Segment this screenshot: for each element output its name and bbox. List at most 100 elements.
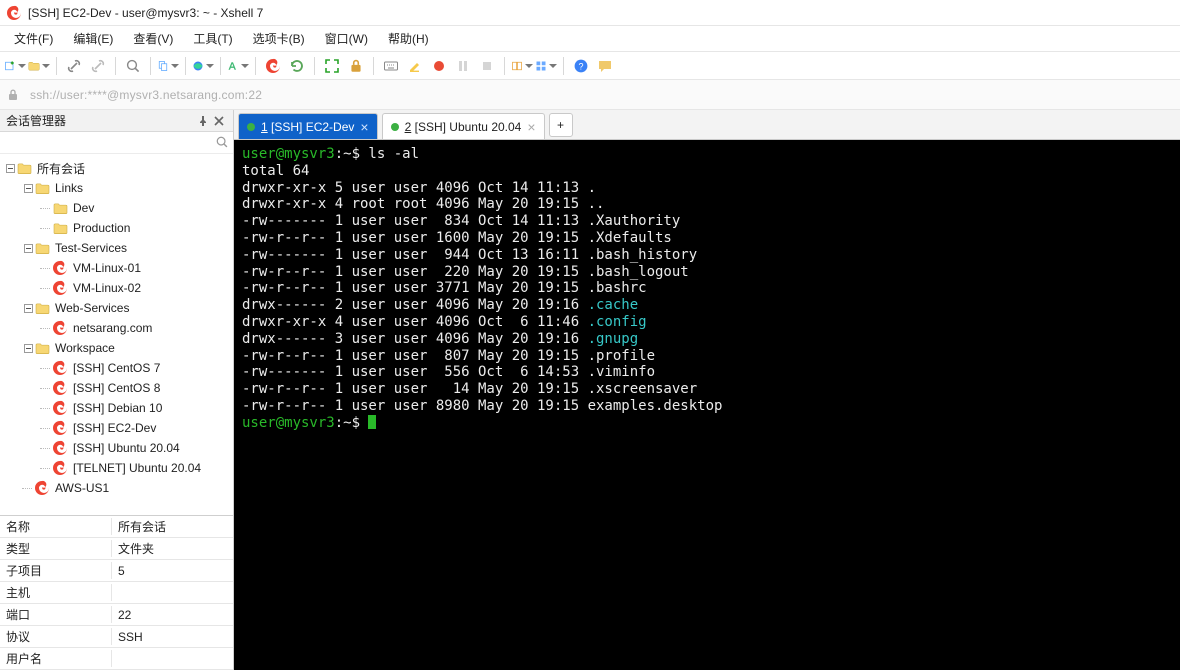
tree-ws-ubuntu-ssh[interactable]: [SSH] Ubuntu 20.04	[0, 438, 233, 458]
menu-tools[interactable]: 工具(T)	[183, 27, 242, 50]
terminal-area: 1 [SSH] EC2-Dev × 2 [SSH] Ubuntu 20.04 ×…	[234, 110, 1180, 670]
tree-vm1[interactable]: VM-Linux-01	[0, 258, 233, 278]
session-icon	[52, 280, 68, 296]
swirl-icon[interactable]	[262, 55, 284, 77]
tree-label: Web-Services	[54, 301, 130, 315]
tree-root[interactable]: 所有会话	[0, 158, 233, 178]
prop-children-value: 5	[112, 564, 233, 578]
panel-title: 会话管理器	[6, 112, 66, 129]
tree-label: Dev	[72, 201, 95, 215]
session-icon	[52, 420, 68, 436]
tree-ws-ubuntu-telnet[interactable]: [TELNET] Ubuntu 20.04	[0, 458, 233, 478]
status-bullet-icon	[391, 123, 399, 131]
broadcast-icon[interactable]	[535, 55, 557, 77]
open-session-button[interactable]	[28, 55, 50, 77]
prop-host-label: 主机	[0, 584, 112, 601]
tab-ubuntu[interactable]: 2 [SSH] Ubuntu 20.04 ×	[382, 113, 545, 139]
tree-links-dev[interactable]: Dev	[0, 198, 233, 218]
tree-test[interactable]: Test-Services	[0, 238, 233, 258]
close-icon[interactable]	[211, 113, 227, 129]
tree-ws-centos7[interactable]: [SSH] CentOS 7	[0, 358, 233, 378]
tree-label: [SSH] Ubuntu 20.04	[72, 441, 181, 455]
tree-label: Links	[54, 181, 84, 195]
menu-bar: 文件(F) 编辑(E) 查看(V) 工具(T) 选项卡(B) 窗口(W) 帮助(…	[0, 26, 1180, 52]
folder-icon	[16, 160, 32, 176]
prop-protocol-value: SSH	[112, 630, 233, 644]
window-title: [SSH] EC2-Dev - user@mysvr3: ~ - Xshell …	[28, 6, 263, 20]
prop-port-label: 端口	[0, 606, 112, 623]
tree-links-prod[interactable]: Production	[0, 218, 233, 238]
highlighter-icon[interactable]	[404, 55, 426, 77]
menu-window[interactable]: 窗口(W)	[315, 27, 378, 50]
lock-icon[interactable]	[345, 55, 367, 77]
session-icon	[52, 260, 68, 276]
folder-icon	[34, 340, 50, 356]
tree-label: Workspace	[54, 341, 116, 355]
svg-text:?: ?	[578, 61, 583, 71]
prop-port-value: 22	[112, 608, 233, 622]
zoom-icon[interactable]	[122, 55, 144, 77]
tree-ws-debian[interactable]: [SSH] Debian 10	[0, 398, 233, 418]
tab-close-icon[interactable]: ×	[527, 120, 535, 134]
folder-icon	[52, 200, 68, 216]
layout-icon[interactable]	[511, 55, 533, 77]
pause-icon[interactable]	[452, 55, 474, 77]
search-input[interactable]	[0, 132, 233, 153]
folder-icon	[34, 300, 50, 316]
prop-user-label: 用户名	[0, 650, 112, 667]
keyboard-icon[interactable]	[380, 55, 402, 77]
menu-view[interactable]: 查看(V)	[123, 27, 183, 50]
tab-close-icon[interactable]: ×	[360, 120, 368, 134]
unlink-icon[interactable]	[87, 55, 109, 77]
address-bar[interactable]: ssh://user:****@mysvr3.netsarang.com:22	[0, 80, 1180, 110]
tree-vm2[interactable]: VM-Linux-02	[0, 278, 233, 298]
help-icon[interactable]: ?	[570, 55, 592, 77]
status-bullet-icon	[247, 123, 255, 131]
session-icon	[52, 380, 68, 396]
refresh-icon[interactable]	[286, 55, 308, 77]
tree-aws[interactable]: AWS-US1	[0, 478, 233, 498]
title-bar: [SSH] EC2-Dev - user@mysvr3: ~ - Xshell …	[0, 0, 1180, 26]
app-icon	[6, 5, 22, 21]
record-icon[interactable]	[428, 55, 450, 77]
chat-icon[interactable]	[594, 55, 616, 77]
folder-icon	[34, 240, 50, 256]
tab-label: [SSH] EC2-Dev	[271, 120, 354, 134]
session-icon	[52, 360, 68, 376]
address-text: ssh://user:****@mysvr3.netsarang.com:22	[30, 88, 262, 102]
session-tree: 所有会话 Links Dev Production Test-Services	[0, 154, 233, 515]
tree-label: AWS-US1	[54, 481, 110, 495]
tree-label: netsarang.com	[72, 321, 153, 335]
prop-name-label: 名称	[0, 518, 112, 535]
link-icon[interactable]	[63, 55, 85, 77]
menu-file[interactable]: 文件(F)	[4, 27, 63, 50]
search-icon[interactable]	[215, 135, 229, 152]
tree-web[interactable]: Web-Services	[0, 298, 233, 318]
terminal-output[interactable]: user@mysvr3:~$ ls -al total 64 drwxr-xr-…	[234, 140, 1180, 670]
panel-header: 会话管理器	[0, 110, 233, 132]
fullscreen-icon[interactable]	[321, 55, 343, 77]
panel-search	[0, 132, 233, 154]
copy-paste-icon[interactable]	[157, 55, 179, 77]
menu-tab[interactable]: 选项卡(B)	[243, 27, 315, 50]
tree-label: [SSH] CentOS 7	[72, 361, 161, 375]
pin-icon[interactable]	[195, 113, 211, 129]
tree-root-label: 所有会话	[36, 160, 86, 177]
tab-ec2-dev[interactable]: 1 [SSH] EC2-Dev ×	[238, 113, 378, 139]
tree-ws-ec2dev[interactable]: [SSH] EC2-Dev	[0, 418, 233, 438]
new-tab-button[interactable]: +	[549, 113, 573, 137]
tree-label: [SSH] CentOS 8	[72, 381, 161, 395]
globe-icon[interactable]	[192, 55, 214, 77]
tree-workspace[interactable]: Workspace	[0, 338, 233, 358]
font-icon[interactable]	[227, 55, 249, 77]
stop-icon[interactable]	[476, 55, 498, 77]
tab-number: 2	[405, 120, 412, 134]
tree-links[interactable]: Links	[0, 178, 233, 198]
menu-edit[interactable]: 编辑(E)	[63, 27, 123, 50]
tree-ws-centos8[interactable]: [SSH] CentOS 8	[0, 378, 233, 398]
tree-netsarang[interactable]: netsarang.com	[0, 318, 233, 338]
folder-icon	[34, 180, 50, 196]
session-icon	[52, 320, 68, 336]
menu-help[interactable]: 帮助(H)	[378, 27, 439, 50]
new-session-button[interactable]	[4, 55, 26, 77]
